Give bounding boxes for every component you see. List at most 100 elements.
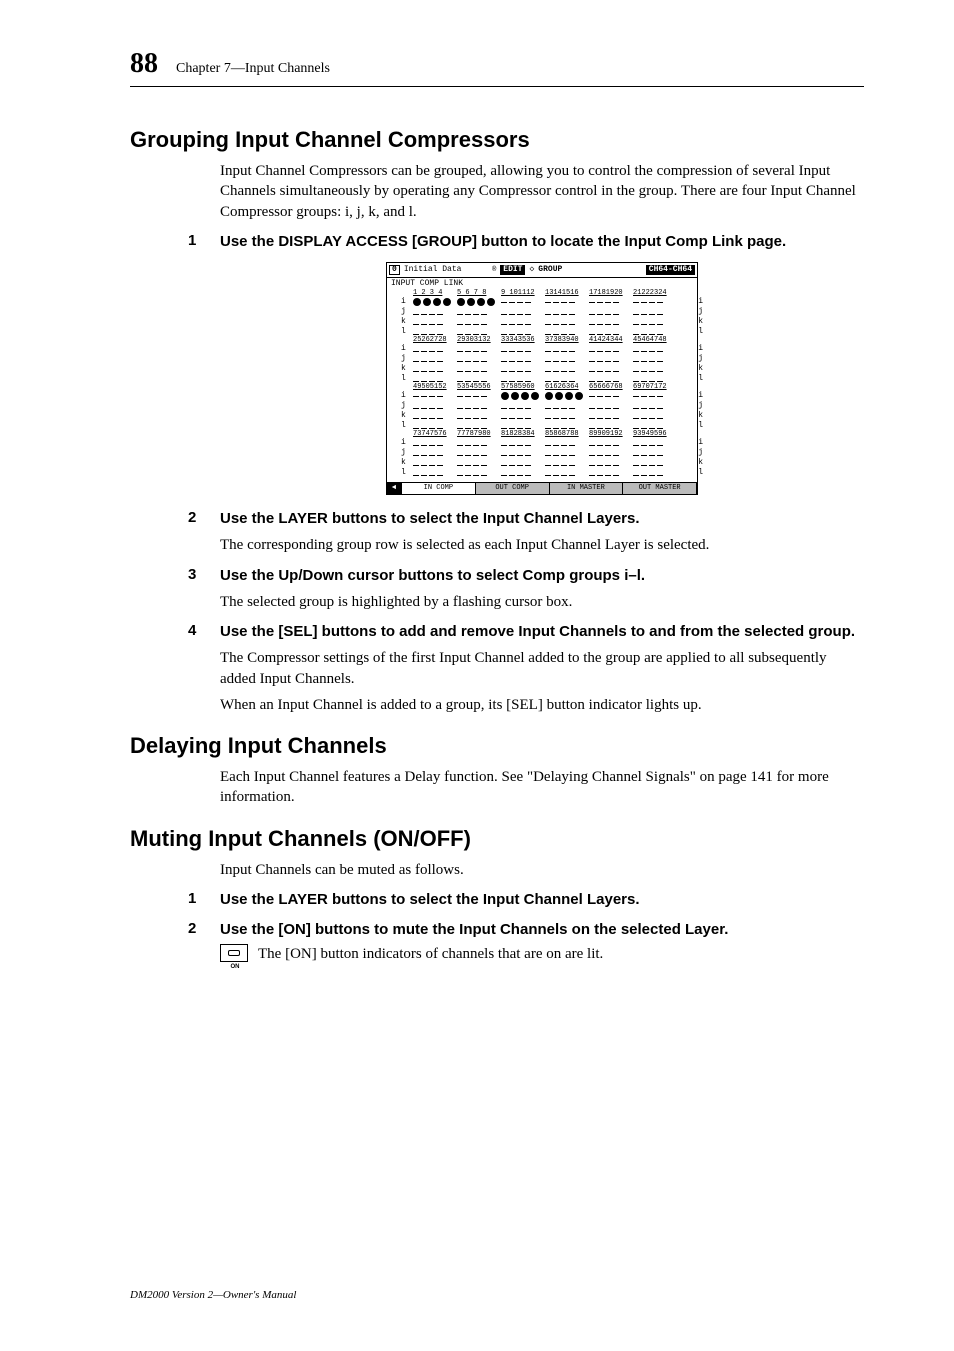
sc-hdr-cell: 13141516 [545,290,589,297]
sc-row-label: k [698,412,703,420]
sc-row-label: i [401,392,406,400]
section2-title: Delaying Input Channels [130,733,864,759]
sc-row-label: j [401,402,406,410]
sc-row-label: l [698,469,703,477]
sc-diamond-icon: ◇ [529,266,534,274]
step-number: 4 [188,622,220,642]
sc-row-label: i [698,392,703,400]
section3-intro: Input Channels can be muted as follows. [220,860,864,880]
sc-hdr-cell: 45464748 [633,337,677,344]
sc-tab-out-master: OUT MASTER [623,483,697,494]
sc-hdr-cell: 21222324 [633,290,677,297]
lcd-screenshot: 0 Initial Data ® EDIT ◇ GROUP CH64-CH64 … [386,262,698,495]
step-text: Use the DISPLAY ACCESS [GROUP] button to… [220,232,786,252]
sc-corner: 0 [389,265,400,275]
sc-row-label: j [698,355,703,363]
sc-hdr-cell: 65666768 [589,384,633,391]
sc-row-label: l [698,422,703,430]
sc-row-label: k [401,412,406,420]
sc-row-label: l [401,422,406,430]
step-text: Use the Up/Down cursor buttons to select… [220,566,645,586]
sc-hdr-cell: 81828384 [501,431,545,438]
step-body: The [ON] button indicators of channels t… [258,944,603,964]
on-button-icon: ON [220,944,250,970]
step-number: 1 [188,890,220,910]
sc-row-label: k [698,365,703,373]
sc-hdr-cell: 9 101112 [501,290,545,297]
sc-row-label: j [698,402,703,410]
section2-body: Each Input Channel features a Delay func… [220,767,864,808]
sc-row-label: j [401,308,406,316]
sc-row-label: i [401,439,406,447]
sc-tab-arrow: ◄ [387,483,402,494]
sc-hdr-cell: 37383940 [545,337,589,344]
chapter-name: Chapter 7—Input Channels [176,61,330,77]
step-body: The Compressor settings of the first Inp… [220,648,864,689]
sc-row-label: j [401,355,406,363]
sc-hdr-cell: 89909192 [589,431,633,438]
step-body: When an Input Channel is added to a grou… [220,695,864,715]
sc-row-label: i [698,439,703,447]
step-text: Use the [SEL] buttons to add and remove … [220,622,855,642]
section1-title: Grouping Input Channel Compressors [130,127,864,153]
sc-row-label: i [401,345,406,353]
sc-hdr-cell: 49505152 [413,384,457,391]
sc-row-label: k [698,459,703,467]
sc-tab-in-comp: IN COMP [402,483,476,494]
sc-hdr-cell: 77787980 [457,431,501,438]
sc-edit: EDIT [500,265,525,275]
sc-hdr-cell: 33343536 [501,337,545,344]
section1-intro: Input Channel Compressors can be grouped… [220,161,864,222]
section3-title: Muting Input Channels (ON/OFF) [130,826,864,852]
running-header: 88 Chapter 7—Input Channels [130,48,864,87]
sc-row-label: l [401,375,406,383]
step-text: Use the LAYER buttons to select the Inpu… [220,509,640,529]
sc-row-label: i [401,298,406,306]
sc-hdr-cell: 41424344 [589,337,633,344]
sc-row-label: k [401,318,406,326]
footer-text: DM2000 Version 2—Owner's Manual [130,1289,296,1301]
sc-hdr-cell: 5 6 7 8 [457,290,501,297]
sc-row-label: l [401,469,406,477]
sc-row-label: j [698,308,703,316]
sc-row-label: k [401,365,406,373]
sc-channel: CH64-CH64 [646,265,695,275]
sc-hdr-cell: 29303132 [457,337,501,344]
sc-hdr-cell: 53545556 [457,384,501,391]
page-number: 88 [130,48,158,80]
step-number: 3 [188,566,220,586]
on-icon-label: ON [220,964,250,970]
sc-row-label: j [401,449,406,457]
sc-edit-icon: ® [492,267,496,274]
step-text: Use the LAYER buttons to select the Inpu… [220,890,640,910]
step-number: 1 [188,232,220,252]
sc-grid: 1 2 3 4 5 6 7 8 9 101112 13141516 171819… [387,288,697,482]
step-text: Use the [ON] buttons to mute the Input C… [220,920,728,940]
sc-hdr-cell: 85868788 [545,431,589,438]
sc-tab-in-master: IN MASTER [550,483,624,494]
sc-section-label: INPUT COMP LINK [387,278,697,288]
sc-tab-out-comp: OUT COMP [476,483,550,494]
sc-row-label: k [401,459,406,467]
sc-row-label: i [698,345,703,353]
sc-hdr-cell: 73747576 [413,431,457,438]
step-body: The corresponding group row is selected … [220,535,864,555]
sc-hdr-cell: 69707172 [633,384,677,391]
sc-page: GROUP [538,266,562,274]
sc-hdr-cell: 61626364 [545,384,589,391]
sc-row-label: l [698,328,703,336]
step-number: 2 [188,509,220,529]
sc-row-label: l [401,328,406,336]
step-body: The selected group is highlighted by a f… [220,592,864,612]
sc-hdr-cell: 1 2 3 4 [413,290,457,297]
sc-row-label: i [698,298,703,306]
sc-row-label: l [698,375,703,383]
sc-row-label: j [698,449,703,457]
sc-hdr-cell: 17181920 [589,290,633,297]
sc-row-label: k [698,318,703,326]
sc-hdr-cell: 93949596 [633,431,677,438]
sc-hdr-cell: 57585960 [501,384,545,391]
sc-hdr-cell: 25262728 [413,337,457,344]
step-number: 2 [188,920,220,940]
sc-title: Initial Data [404,266,462,274]
